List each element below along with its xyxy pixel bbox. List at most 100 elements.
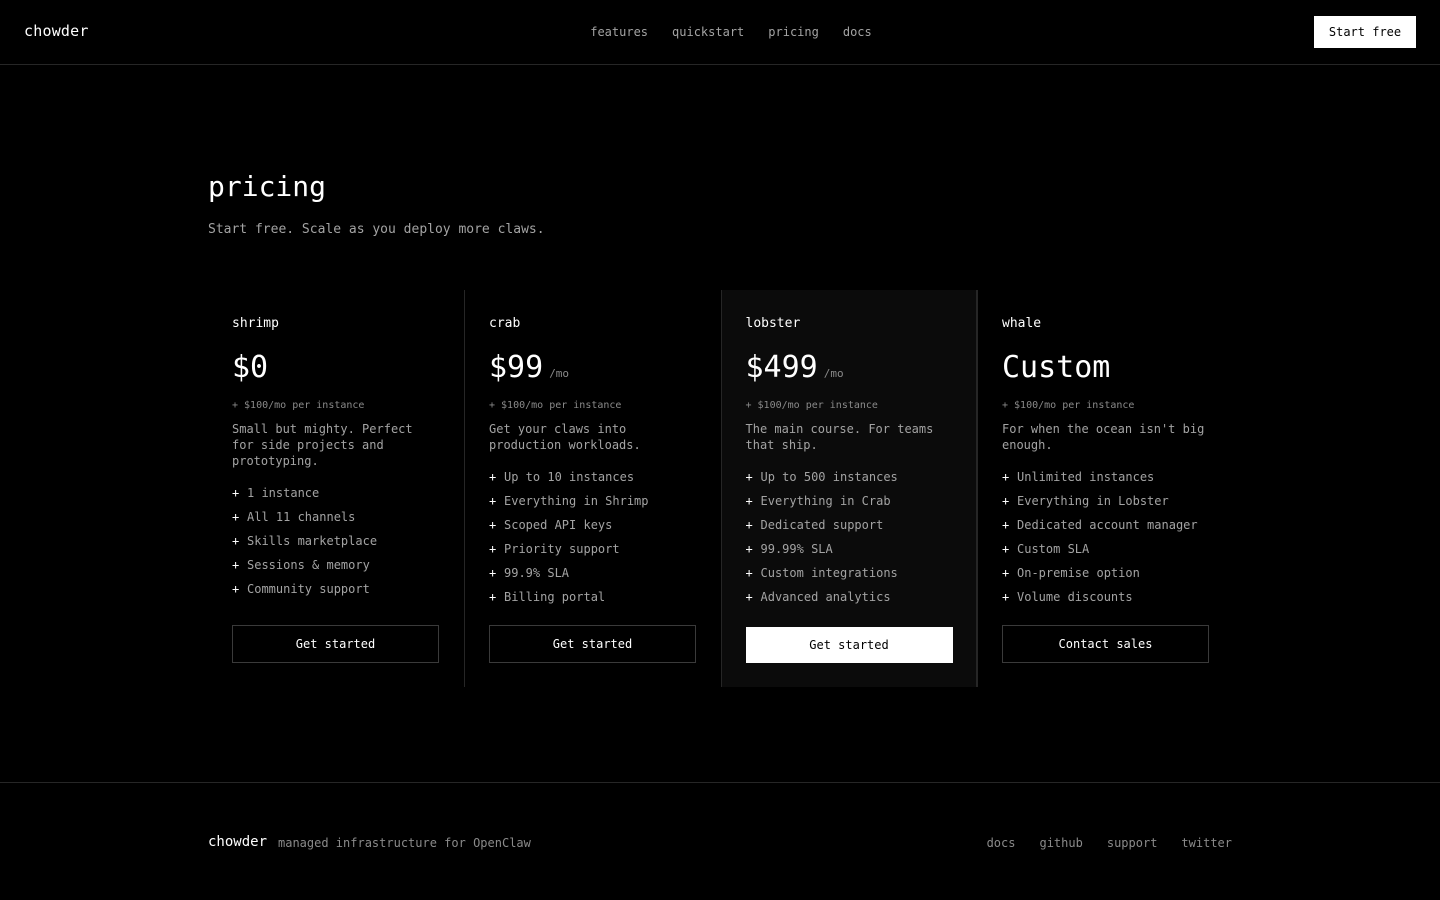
- plan-description: The main course. For teams that ship.: [745, 422, 934, 452]
- plan-card-whale: whale Custom + $100/mo per instance For …: [977, 290, 1234, 687]
- feature-text: 99.99% SLA: [760, 542, 833, 556]
- plus-icon: +: [745, 494, 753, 508]
- price-row: Custom: [1002, 350, 1210, 386]
- plan-card-crab: crab $99 /mo + $100/mo per instance Get …: [464, 290, 721, 687]
- footer-link-github[interactable]: github: [1039, 836, 1082, 850]
- plus-icon: +: [745, 542, 753, 556]
- footer-link-twitter[interactable]: twitter: [1181, 836, 1232, 850]
- plus-icon: +: [232, 510, 240, 524]
- plus-icon: +: [745, 590, 753, 604]
- feature-item: + Scoped API keys: [489, 517, 697, 541]
- plan-extra-cost: + $100/mo per instance: [232, 400, 365, 411]
- feature-item: + Unlimited instances: [1002, 469, 1210, 493]
- feature-item: +99.9% SLA: [489, 565, 697, 589]
- footer-logo[interactable]: chowder: [208, 834, 267, 850]
- price-period: /mo: [549, 367, 570, 380]
- feature-item: + Billing portal: [489, 589, 697, 613]
- feature-item: + Everything in Shrimp: [489, 493, 697, 517]
- get-started-button-shrimp[interactable]: Get started: [232, 625, 439, 663]
- feature-item: +1 instance: [232, 485, 440, 509]
- plan-description: Get your claws into production workloads…: [489, 422, 641, 452]
- feature-item: + Everything in Crab: [746, 493, 953, 517]
- feature-item: + Volume discounts: [1002, 589, 1210, 613]
- feature-item: + Community support: [232, 581, 440, 605]
- plan-price: Custom: [1002, 350, 1111, 385]
- plus-icon: +: [1002, 590, 1010, 604]
- nav-link-pricing[interactable]: pricing: [768, 25, 819, 39]
- feature-item: + Custom integrations: [746, 565, 953, 589]
- plan-price: $499: [745, 350, 818, 385]
- plus-icon: +: [1002, 518, 1010, 532]
- feature-item: + Advanced analytics: [746, 589, 953, 613]
- plan-name: shrimp: [232, 316, 279, 331]
- feature-text: On-premise option: [1017, 566, 1140, 580]
- contact-sales-button[interactable]: Contact sales: [1002, 625, 1209, 663]
- site-footer: chowder managed infrastructure for OpenC…: [0, 782, 1440, 900]
- feature-text: Everything in Crab: [760, 494, 891, 508]
- feature-text: Priority support: [504, 542, 620, 556]
- plus-icon: +: [232, 486, 240, 500]
- price-period: /mo: [823, 367, 844, 380]
- feature-item: + Dedicated account manager: [1002, 517, 1210, 541]
- plus-icon: +: [1002, 566, 1010, 580]
- feature-text: All 11 channels: [247, 510, 356, 524]
- plus-icon: +: [232, 534, 240, 548]
- page-subtitle: Start free. Scale as you deploy more cla…: [208, 222, 545, 237]
- plus-icon: +: [489, 470, 497, 484]
- start-free-button[interactable]: Start free: [1314, 16, 1416, 48]
- plan-card-shrimp: shrimp $0 + $100/mo per instance Small b…: [208, 290, 464, 687]
- plus-icon: +: [745, 518, 753, 532]
- feature-text: Volume discounts: [1017, 590, 1133, 604]
- get-started-button-lobster[interactable]: Get started: [745, 627, 953, 663]
- feature-text: Sessions & memory: [247, 558, 370, 572]
- nav-link-docs[interactable]: docs: [843, 25, 872, 39]
- plan-name: whale: [1002, 316, 1042, 331]
- get-started-button-crab[interactable]: Get started: [489, 625, 696, 663]
- feature-text: Up to 10 instances: [504, 470, 635, 484]
- feature-text: Up to 500 instances: [760, 470, 898, 484]
- plan-feature-list: +1 instance + All 11 channels + Skills mar…: [232, 485, 440, 605]
- plus-icon: +: [745, 470, 753, 484]
- feature-text: Skills marketplace: [247, 534, 378, 548]
- footer-link-support[interactable]: support: [1107, 836, 1158, 850]
- feature-item: + All 11 channels: [232, 509, 440, 533]
- feature-item: + Up to 500 instances: [746, 469, 953, 493]
- feature-text: Custom SLA: [1017, 542, 1090, 556]
- price-row: $99 /mo: [489, 350, 697, 386]
- feature-text: Everything in Lobster: [1017, 494, 1169, 508]
- feature-text: Advanced analytics: [760, 590, 891, 604]
- plus-icon: +: [1002, 470, 1010, 484]
- feature-text: Dedicated support: [760, 518, 884, 532]
- nav-link-quickstart[interactable]: quickstart: [672, 25, 744, 39]
- plan-feature-list: + Unlimited instances + Everything in Lobs…: [1002, 469, 1210, 613]
- feature-text: Scoped API keys: [504, 518, 613, 532]
- nav-link-features[interactable]: features: [590, 25, 648, 39]
- plus-icon: +: [1002, 494, 1010, 508]
- feature-text: 1 instance: [247, 486, 320, 500]
- feature-item: + Dedicated support: [746, 517, 953, 541]
- feature-item: + On-premise option: [1002, 565, 1210, 589]
- footer-links: docs github support twitter: [987, 836, 1232, 850]
- plus-icon: +: [232, 558, 240, 572]
- feature-item: + Everything in Lobster: [1002, 493, 1210, 517]
- feature-text: Dedicated account manager: [1017, 518, 1198, 532]
- footer-tagline: managed infrastructure for OpenClaw: [278, 836, 531, 850]
- feature-text: Billing portal: [504, 590, 606, 604]
- plus-icon: +: [489, 566, 497, 580]
- plan-name: crab: [489, 316, 521, 331]
- feature-item: +99.99% SLA: [746, 541, 953, 565]
- page-title: pricing: [208, 170, 327, 203]
- feature-item: + Custom SLA: [1002, 541, 1210, 565]
- main-nav: features quickstart pricing docs: [0, 25, 1440, 39]
- plus-icon: +: [232, 582, 240, 596]
- footer-link-docs[interactable]: docs: [987, 836, 1016, 850]
- price-row: $499 /mo: [746, 350, 953, 386]
- plan-name: lobster: [745, 316, 801, 331]
- feature-text: Unlimited instances: [1017, 470, 1155, 484]
- feature-item: + Priority support: [489, 541, 697, 565]
- feature-item: + Up to 10 instances: [489, 469, 697, 493]
- top-navbar: chowder features quickstart pricing docs…: [0, 0, 1440, 65]
- feature-text: Community support: [247, 582, 370, 596]
- feature-text: Custom integrations: [760, 566, 898, 580]
- plus-icon: +: [489, 590, 497, 604]
